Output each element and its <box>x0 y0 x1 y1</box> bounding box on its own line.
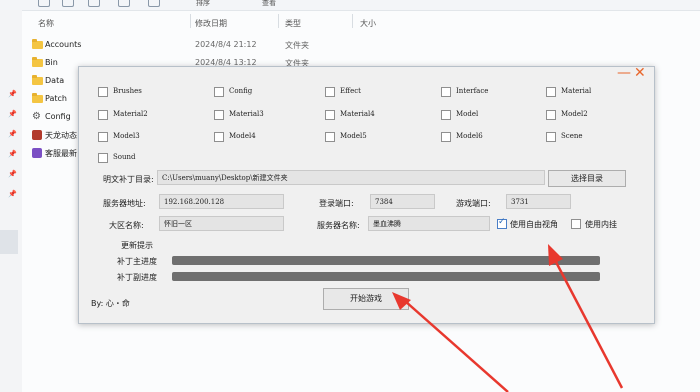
annotation-arrow-line <box>404 300 509 392</box>
annotation-arrow-head <box>548 244 563 266</box>
annotation-arrows <box>392 244 624 392</box>
annotation-arrow-head <box>392 292 411 310</box>
annotation-arrow-line <box>554 261 624 389</box>
